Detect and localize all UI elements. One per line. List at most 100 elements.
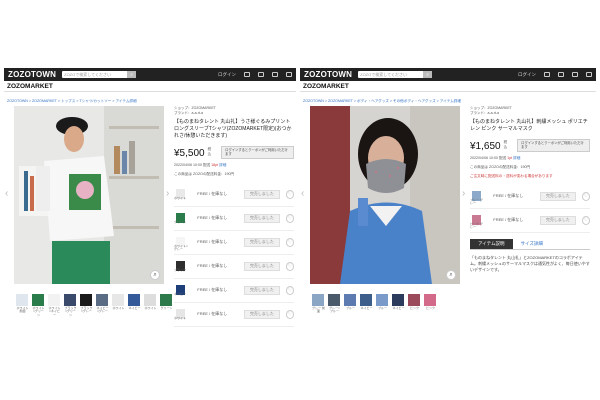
- thumbnail-label: ピンク: [409, 306, 419, 310]
- thumbnail-label: ブラック×グレー: [80, 306, 93, 314]
- thumbnail-label: ブルー: [345, 306, 355, 310]
- detail-link[interactable]: 詳細: [219, 163, 226, 167]
- thumbnail-strip: グレー 前面 グレー×ブルー ブルー ネイビー ブルー ネイビー ピンク ピンク: [312, 294, 436, 313]
- thumbnail-label: ホワイト: [144, 306, 157, 310]
- next-image-arrow[interactable]: ›: [462, 188, 465, 199]
- thumbnail[interactable]: ホワイト: [112, 294, 125, 310]
- favorite-icon[interactable]: [258, 72, 264, 77]
- sold-out-button[interactable]: 完売しました: [540, 191, 576, 201]
- prev-image-arrow[interactable]: ‹: [5, 188, 8, 199]
- search-input[interactable]: ZOZOで検索してください ⌕: [62, 71, 137, 78]
- subbar-title[interactable]: ZOZOMARKET: [300, 81, 596, 92]
- zoom-icon[interactable]: ⌕: [150, 270, 160, 280]
- thumbnail-label: ホワイト: [112, 306, 125, 310]
- thumbnail-label: ネイビー: [360, 306, 373, 310]
- stock-row: ホワイト FREE / 在庫なし 完売しました ♡: [174, 303, 294, 327]
- thumbnail[interactable]: グレー 前面: [312, 294, 325, 313]
- tab-item-description[interactable]: アイテム説明: [470, 238, 513, 249]
- tax-label: 税込: [207, 146, 212, 156]
- menu-icon[interactable]: [586, 72, 592, 77]
- stock-row: ホワイト×グレー FREE / 在庫なし 完売しました ♡: [174, 231, 294, 255]
- heart-icon[interactable]: ♡: [285, 285, 294, 295]
- color-label: ホワイト: [174, 315, 187, 320]
- thumbnail[interactable]: ホワイト: [144, 294, 157, 310]
- stock-row: ネイビー FREE / 在庫なし 完売しました ♡: [174, 279, 294, 303]
- prev-image-arrow[interactable]: ‹: [301, 188, 304, 199]
- thumbnail-label: ホワイト 前面: [16, 306, 29, 314]
- header-bar: ZOZOTOWN ZOZOで検索してください ⌕ ログイン: [4, 68, 296, 81]
- thumbnail[interactable]: ネイビー: [128, 294, 141, 310]
- sold-out-button[interactable]: 完売しました: [244, 309, 280, 319]
- size-stock-text: FREE / 在庫なし: [197, 263, 228, 269]
- size-stock-text: FREE / 在庫なし: [197, 287, 228, 293]
- site-logo[interactable]: ZOZOTOWN: [8, 70, 56, 79]
- heart-icon[interactable]: ♡: [581, 191, 590, 201]
- favorite-icon[interactable]: [558, 72, 564, 77]
- thumbnail[interactable]: グリーン: [160, 294, 172, 310]
- thumbnail[interactable]: ホワイト×ネイビー: [48, 294, 61, 317]
- product-price: ¥5,500: [174, 147, 205, 159]
- login-link[interactable]: ログイン: [218, 72, 236, 78]
- breadcrumb[interactable]: ZOZOTOWN > ZOZOMARKET > トップス > Tシャツ/カットソ…: [7, 99, 137, 104]
- brand-name[interactable]: ブランド：a-a-rt-a: [470, 111, 590, 116]
- message-icon[interactable]: [244, 72, 250, 77]
- thumbnail[interactable]: ホワイト 前面: [16, 294, 29, 313]
- sold-out-button[interactable]: 完売しました: [244, 261, 280, 271]
- cart-icon[interactable]: [572, 72, 578, 77]
- size-stock-text: FREE / 在庫なし: [197, 215, 228, 221]
- site-logo[interactable]: ZOZOTOWN: [304, 70, 352, 79]
- message-icon[interactable]: [544, 72, 550, 77]
- search-icon[interactable]: ⌕: [423, 71, 433, 78]
- sold-out-button[interactable]: 完売しました: [244, 285, 280, 295]
- thumbnail-label: グレー 前面: [312, 306, 325, 314]
- thumbnail-label: ホワイト×ネイビー: [48, 306, 61, 317]
- next-image-arrow[interactable]: ›: [166, 188, 169, 199]
- delivery-note: 2022/04/06 10:00 配送 1pt 詳細: [470, 156, 590, 161]
- thumbnail[interactable]: ネイビー×グレー: [96, 294, 109, 313]
- sold-out-button[interactable]: 完売しました: [540, 215, 576, 225]
- stock-list: ホワイト FREE / 在庫なし 完売しました ♡ グリーン FREE / 在庫なし 完売し…: [174, 183, 294, 327]
- cart-icon[interactable]: [272, 72, 278, 77]
- thumbnail[interactable]: ネイビー: [392, 294, 405, 310]
- thumbnail[interactable]: ブルー: [376, 294, 388, 310]
- sold-out-button[interactable]: 完売しました: [244, 237, 280, 247]
- brand-name[interactable]: ブランド：a-a-rt-a: [174, 111, 294, 116]
- size-stock-text: FREE / 在庫なし: [197, 191, 228, 197]
- color-label: ブラック: [174, 267, 187, 272]
- heart-icon[interactable]: ♡: [285, 261, 294, 271]
- thumbnail[interactable]: ピンク: [424, 294, 436, 310]
- thumbnail-label: ブルー: [377, 306, 387, 310]
- thumbnail-label: ネイビー: [392, 306, 405, 310]
- heart-icon[interactable]: ♡: [285, 237, 294, 247]
- menu-icon[interactable]: [286, 72, 292, 77]
- thumbnail[interactable]: ブルー: [344, 294, 356, 310]
- sold-out-button[interactable]: 完売しました: [244, 213, 280, 223]
- coupon-notice[interactable]: ログインするとクーポンがご利用いただけます: [221, 146, 294, 159]
- tab-size-detail[interactable]: サイズ詳細: [513, 239, 551, 249]
- header-bar: ZOZOTOWN ZOZOで検索してください ⌕ ログイン: [300, 68, 596, 81]
- thumbnail[interactable]: ブラック×グリーン: [64, 294, 77, 317]
- search-icon[interactable]: ⌕: [127, 71, 137, 78]
- heart-icon[interactable]: ♡: [285, 213, 294, 223]
- heart-icon[interactable]: ♡: [285, 189, 294, 199]
- delivery-date: 2022/04/06 10:00 配送: [470, 155, 507, 160]
- thumbnail[interactable]: ホワイト×グリーン: [32, 294, 45, 317]
- coupon-notice[interactable]: ログインするとクーポンがご利用いただけます: [517, 139, 590, 152]
- detail-link[interactable]: 詳細: [513, 156, 520, 160]
- right-product-page: ZOZOTOWN ZOZOで検索してください ⌕ ログイン ZOZOMARKET…: [300, 68, 596, 340]
- thumbnail[interactable]: ブラック×グレー: [80, 294, 93, 313]
- login-link[interactable]: ログイン: [518, 72, 536, 78]
- subbar-title[interactable]: ZOZOMARKET: [4, 81, 296, 92]
- sold-out-button[interactable]: 完売しました: [244, 189, 280, 199]
- search-input[interactable]: ZOZOで検索してください ⌕: [358, 71, 433, 78]
- search-placeholder: ZOZOで検索してください: [64, 71, 111, 77]
- thumbnail[interactable]: グレー×ブルー: [328, 294, 340, 313]
- heart-icon[interactable]: ♡: [285, 309, 294, 319]
- thumbnail[interactable]: ピンク: [408, 294, 420, 310]
- shipping-change-text: ご注文時に配送料の・送料が変わる場合があります: [470, 173, 553, 178]
- thumbnail[interactable]: ネイビー: [360, 294, 373, 310]
- heart-icon[interactable]: ♡: [581, 215, 590, 225]
- breadcrumb[interactable]: ZOZOTOWN > ZOZOMARKET > ボディ・ヘアグッズ > その他ボ…: [303, 99, 461, 104]
- size-stock-text: FREE / 在庫なし: [197, 239, 228, 245]
- zoom-icon[interactable]: ⌕: [446, 270, 456, 280]
